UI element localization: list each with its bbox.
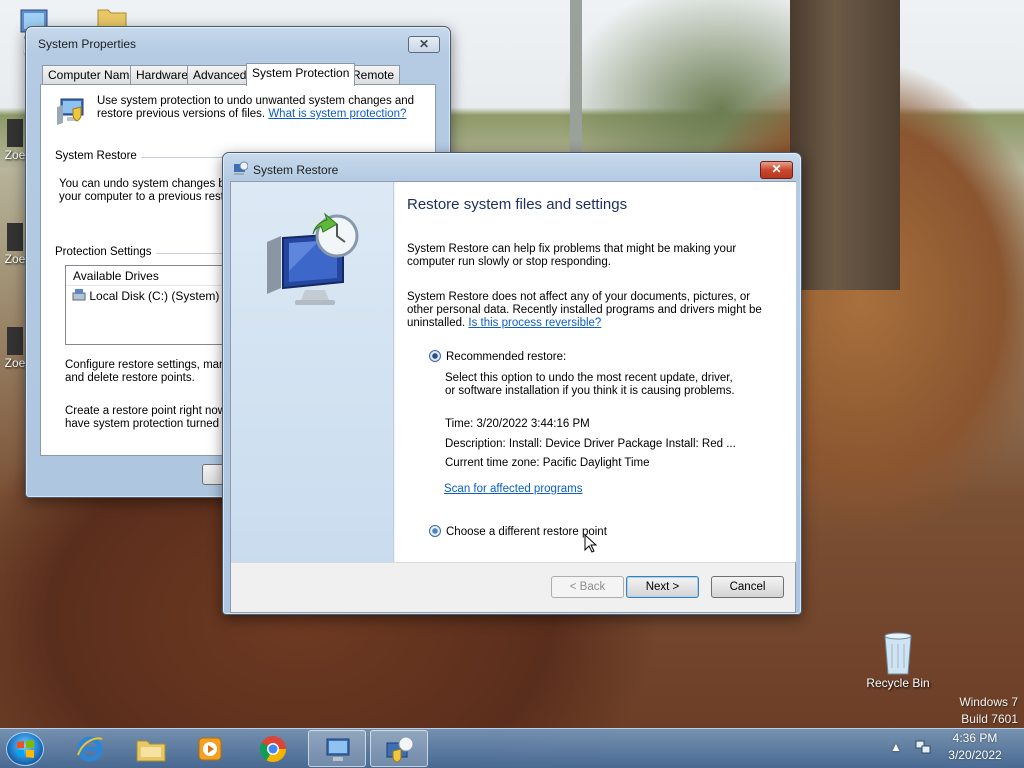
info-paragraph: System Restore does not affect any of yo… [407,291,777,330]
internet-explorer-icon [77,736,103,762]
wizard-side-panel [231,182,394,562]
recycle-bin-icon [884,632,912,675]
windows-logo-icon [17,740,34,758]
radio-selected-icon [429,350,441,362]
taskbar-chrome[interactable] [244,730,302,767]
info-line-3: uninstalled. Is this process reversible? [407,317,777,330]
windows-build-watermark: Windows 7 Build 7601 [959,694,1018,728]
info-line-2: other personal data. Recently installed … [407,304,762,316]
tab-computer-name[interactable]: Computer Name [42,65,143,85]
disk-icon [72,289,86,301]
choose-restore-point-label: Choose a different restore point [446,526,607,538]
show-hidden-icons-button[interactable]: ▲ [890,740,902,754]
info-text: uninstalled. [407,317,466,329]
system-restore-title-icon [234,161,248,175]
tab-hardware[interactable]: Hardware [130,65,195,85]
radio-icon [429,525,441,537]
choose-different-restore-point-radio[interactable]: Choose a different restore point [429,525,607,539]
intro-paragraph: System Restore can help fix problems tha… [407,243,777,269]
system-protection-icon [57,98,84,125]
taskbar-media-player[interactable] [182,730,240,767]
intro-line-1: System Restore can help fix problems tha… [407,243,737,255]
restore-point-timezone: Current time zone: Pacific Daylight Time [445,457,650,469]
scan-affected-programs-link[interactable]: Scan for affected programs [444,483,583,496]
page-title: Restore system files and settings [407,196,628,213]
drive-row-c[interactable]: Local Disk (C:) (System) [66,286,244,306]
tab-advanced[interactable]: Advanced [187,65,253,85]
system-restore-window: System Restore ✕ Restore system files an… [222,152,802,615]
wizard-footer: < Back Next > Cancel [231,562,795,612]
start-button[interactable] [6,732,44,766]
network-icon[interactable] [914,738,932,756]
recommended-restore-radio[interactable]: Recommended restore: [429,350,566,364]
configure-text-line-1: Configure restore settings, manag [65,359,239,371]
system-restore-icon [386,736,414,763]
window-title: System Properties [38,37,137,51]
restore-text-line-1: You can undo system changes by r [59,178,238,190]
what-is-system-protection-link[interactable]: What is system protection? [268,108,406,120]
back-button[interactable]: < Back [551,576,624,598]
chrome-icon [259,736,287,763]
system-properties-icon [326,738,350,761]
restore-text-line-2: your computer to a previous restore [59,191,241,203]
close-button[interactable]: ✕ [760,161,793,179]
desktop-icon-label: Recycle Bin [866,676,930,690]
clock-date: 3/20/2022 [948,748,1002,762]
window-title: System Restore [253,163,339,177]
intro-line-2: computer run slowly or stop responding. [407,256,611,268]
wizard-content: Restore system files and settings System… [395,182,796,562]
drive-label: Local Disk (C:) (System) [89,289,220,303]
create-text-line-2: have system protection turned on [65,418,236,430]
recommended-desc-line-2: or software installation if you think it… [445,385,735,397]
system-restore-illustration-icon [267,212,359,305]
file-icon [7,223,23,251]
desktop-icon-recycle-bin[interactable]: Recycle Bin [862,630,934,690]
configure-text-line-2: and delete restore points. [65,372,195,384]
desktop-icon-label: Zoe [4,252,26,266]
desktop-icon-label: Zoe [4,356,26,370]
cancel-button[interactable]: Cancel [711,576,784,598]
create-text-line-1: Create a restore point right now fo [65,405,239,417]
close-button[interactable]: ✕ [408,36,440,53]
file-icon [7,119,23,147]
restore-point-time: Time: 3/20/2022 3:44:16 PM [445,418,590,430]
taskbar-system-restore[interactable] [370,730,428,767]
intro-line-2: restore previous versions of files. What… [97,108,406,121]
intro-line-1: Use system protection to undo unwanted s… [97,95,415,107]
info-line-1: System Restore does not affect any of yo… [407,291,751,303]
intro-text: restore previous versions of files. [97,108,266,120]
is-process-reversible-link[interactable]: Is this process reversible? [468,317,601,329]
drives-column-header[interactable]: Available Drives [66,266,244,286]
taskbar-system-properties[interactable] [308,730,366,767]
drives-list[interactable]: Available Drives Local Disk (C:) (System… [65,265,245,345]
next-button[interactable]: Next > [626,576,699,598]
watermark-build: Build 7601 [961,712,1018,726]
recommended-desc-line-1: Select this option to undo the most rece… [445,372,733,384]
folder-icon [136,740,166,762]
clock[interactable]: 4:36 PM 3/20/2022 [940,730,1010,764]
recommended-restore-label: Recommended restore: [446,351,567,363]
media-player-icon [198,737,222,761]
file-icon [7,327,23,355]
system-restore-group-label: System Restore [55,150,141,162]
mouse-pointer-icon [584,534,598,553]
desktop-icon-label: Zoe [4,148,26,162]
tab-system-protection[interactable]: System Protection [246,63,356,86]
watermark-os: Windows 7 [959,695,1018,709]
taskbar-internet-explorer[interactable] [62,730,120,767]
clock-time: 4:36 PM [952,731,998,745]
protection-settings-group-label: Protection Settings [55,246,156,258]
wizard-body: Restore system files and settings System… [230,181,796,613]
restore-point-description: Description: Install: Device Driver Pack… [445,438,736,450]
taskbar-explorer[interactable] [122,730,180,767]
